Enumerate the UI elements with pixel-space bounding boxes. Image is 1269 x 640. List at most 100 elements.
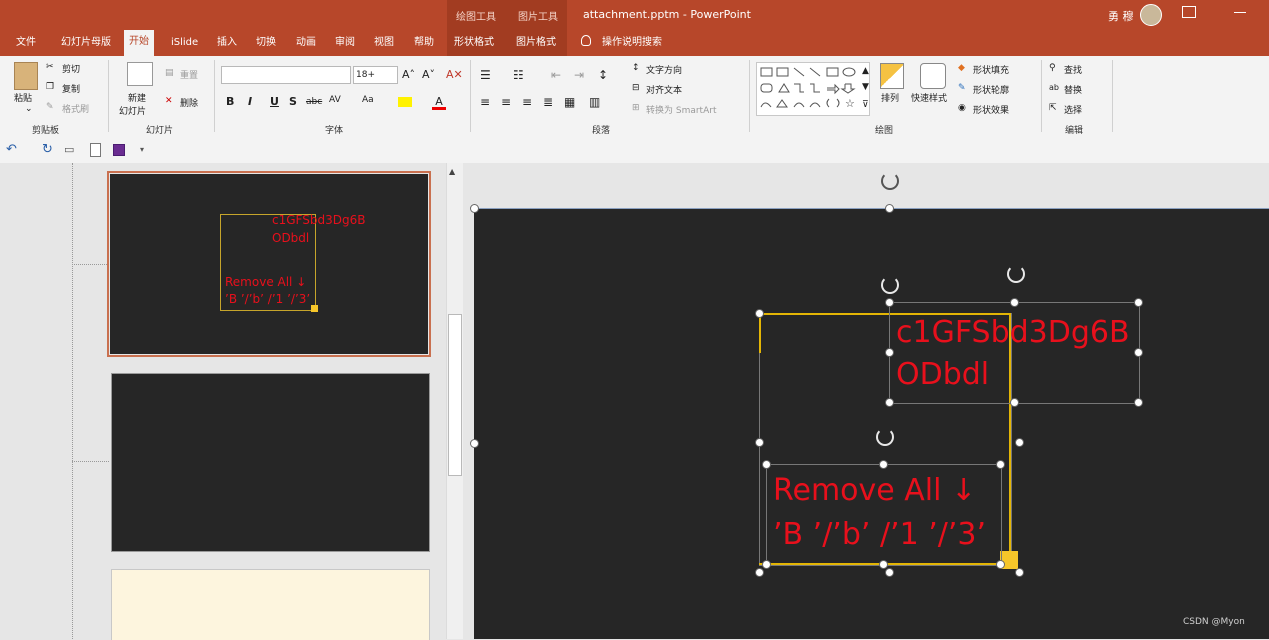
new-file-icon[interactable] — [90, 143, 101, 157]
textbox2-resize-handle[interactable] — [879, 460, 888, 469]
textbox1-resize-handle[interactable] — [1010, 398, 1019, 407]
gallery-scroll-down-icon[interactable]: ▼ — [862, 82, 869, 92]
delete-icon[interactable]: ✕ — [165, 96, 173, 106]
textbox1-resize-handle[interactable] — [1010, 298, 1019, 307]
slide-resize-handle[interactable] — [470, 439, 479, 448]
lightbulb-icon[interactable] — [581, 35, 591, 46]
strikethrough-button[interactable]: abc — [306, 97, 322, 107]
line-spacing-icon[interactable]: ↕ — [598, 68, 608, 82]
textbox1-resize-handle[interactable] — [1134, 348, 1143, 357]
replace-icon[interactable]: ab — [1049, 83, 1059, 92]
shadow-button[interactable]: S — [289, 95, 297, 108]
textbox1-rotate-handle-icon[interactable] — [881, 276, 899, 294]
slide-resize-handle[interactable] — [470, 204, 479, 213]
shape-outline-button[interactable]: 形状轮廓 — [973, 83, 1009, 96]
tab-home[interactable]: 开始 — [124, 30, 154, 56]
picture-resize-handle[interactable] — [755, 438, 764, 447]
slide-resize-handle[interactable] — [885, 204, 894, 213]
minimize-icon[interactable] — [1234, 12, 1246, 13]
underline-button[interactable]: U — [270, 95, 279, 108]
text-line-2[interactable]: ODbdl — [896, 355, 989, 395]
textbox2-resize-handle[interactable] — [762, 460, 771, 469]
arrange-button[interactable]: 排列 — [881, 91, 899, 104]
font-size-combo[interactable]: 18+ — [353, 66, 398, 84]
scrollbar-thumb[interactable] — [448, 314, 462, 476]
character-spacing-button[interactable]: AV — [329, 95, 341, 105]
text-line-1[interactable]: c1GFSbd3Dg6B — [896, 311, 1130, 355]
decrease-indent-icon[interactable]: ⇤ — [551, 68, 561, 82]
picture-resize-handle[interactable] — [1015, 568, 1024, 577]
quick-styles-button[interactable]: 快速样式 — [911, 91, 947, 104]
picture-resize-handle[interactable] — [755, 568, 764, 577]
paste-dropdown-icon[interactable]: ⌄ — [25, 104, 33, 114]
align-right-icon[interactable]: ≡ — [522, 95, 532, 109]
format-painter-button[interactable]: 格式刷 — [62, 102, 89, 115]
tab-review[interactable]: 审阅 — [330, 36, 360, 56]
copy-icon[interactable]: ❐ — [46, 82, 54, 92]
new-slide-button-line2[interactable]: 幻灯片 — [119, 104, 146, 117]
reset-button[interactable]: 重置 — [180, 68, 198, 81]
italic-button[interactable]: I — [248, 95, 252, 108]
clear-formatting-icon[interactable]: A✕ — [446, 68, 463, 81]
highlight-color-icon[interactable] — [398, 97, 412, 107]
bullets-icon[interactable]: ☰ — [480, 68, 491, 82]
format-painter-icon[interactable]: ✎ — [46, 102, 54, 112]
slide-thumbnail-1[interactable]: c1GFSbd3Dg6B ODbdl Remove All ↓ ’B ’/’b’… — [107, 171, 431, 357]
tab-animations[interactable]: 动画 — [291, 36, 321, 56]
ribbon-display-options-icon[interactable] — [1182, 6, 1196, 18]
shape-outline-icon[interactable]: ✎ — [958, 83, 966, 93]
paste-button[interactable]: 粘贴 — [14, 91, 32, 104]
convert-smartart-button[interactable]: 转换为 SmartArt — [646, 103, 716, 116]
increase-font-icon[interactable]: A˄ — [402, 68, 415, 81]
select-button[interactable]: 选择 — [1064, 103, 1082, 116]
avatar[interactable] — [1140, 4, 1162, 26]
distributed-icon[interactable]: ▦ — [564, 95, 575, 109]
bold-button[interactable]: B — [226, 95, 234, 108]
tab-islide[interactable]: iSlide — [166, 36, 203, 56]
textbox2-resize-handle[interactable] — [762, 560, 771, 569]
textbox2-rotate-handle-icon[interactable] — [876, 428, 894, 446]
shape-fill-icon[interactable]: ◆ — [958, 63, 965, 73]
gallery-more-icon[interactable]: ⊽ — [862, 100, 869, 110]
new-slide-icon[interactable] — [127, 62, 153, 86]
arrange-icon[interactable] — [880, 63, 904, 89]
smartart-icon[interactable]: ⊞ — [632, 103, 640, 113]
tab-slide-master[interactable]: 幻灯片母版 — [56, 36, 116, 56]
tab-transitions[interactable]: 切换 — [251, 36, 281, 56]
slide-rotate-handle-icon[interactable] — [881, 172, 899, 190]
quick-styles-icon[interactable] — [920, 63, 946, 89]
cut-button[interactable]: 剪切 — [62, 62, 80, 75]
justify-icon[interactable]: ≣ — [543, 95, 553, 109]
text-line-4[interactable]: ’B ’/’b’ /’1 ’/’3’ — [773, 515, 986, 555]
paste-icon[interactable] — [14, 62, 38, 90]
decrease-font-icon[interactable]: A˅ — [422, 68, 435, 81]
save-icon[interactable] — [113, 144, 125, 156]
change-case-button[interactable]: Aa — [362, 95, 374, 105]
redo-icon[interactable]: ↻ — [42, 142, 53, 157]
picture-resize-handle[interactable] — [885, 568, 894, 577]
textbox2-resize-handle[interactable] — [996, 560, 1005, 569]
tell-me-search[interactable]: 操作说明搜索 — [597, 36, 667, 56]
tab-file[interactable]: 文件 — [11, 36, 41, 56]
replace-button[interactable]: 替换 — [1064, 83, 1082, 96]
cursor-icon[interactable]: ⇱ — [1049, 103, 1057, 113]
slideshow-icon[interactable]: ▭ — [64, 143, 74, 156]
tab-picture-format[interactable]: 图片格式 — [511, 36, 561, 56]
slide-thumbnail-2[interactable] — [111, 373, 430, 552]
textbox1-resize-handle[interactable] — [885, 348, 894, 357]
new-slide-button[interactable]: 新建 — [128, 91, 146, 104]
align-center-icon[interactable]: ≡ — [501, 95, 511, 109]
align-text-icon[interactable]: ⊟ — [632, 83, 640, 93]
text-direction-icon[interactable]: ↕ — [632, 63, 640, 73]
shape-fill-button[interactable]: 形状填充 — [973, 63, 1009, 76]
tab-shape-format[interactable]: 形状格式 — [449, 36, 499, 56]
textbox2-resize-handle[interactable] — [996, 460, 1005, 469]
tab-insert[interactable]: 插入 — [212, 36, 242, 56]
tab-help[interactable]: 帮助 — [409, 36, 439, 56]
align-text-button[interactable]: 对齐文本 — [646, 83, 682, 96]
font-name-combo[interactable] — [221, 66, 351, 84]
shape-effects-button[interactable]: 形状效果 — [973, 103, 1009, 116]
text-line-3[interactable]: Remove All ↓ — [773, 471, 976, 511]
shape-effects-icon[interactable]: ◉ — [958, 103, 966, 113]
align-left-icon[interactable]: ≡ — [480, 95, 490, 109]
